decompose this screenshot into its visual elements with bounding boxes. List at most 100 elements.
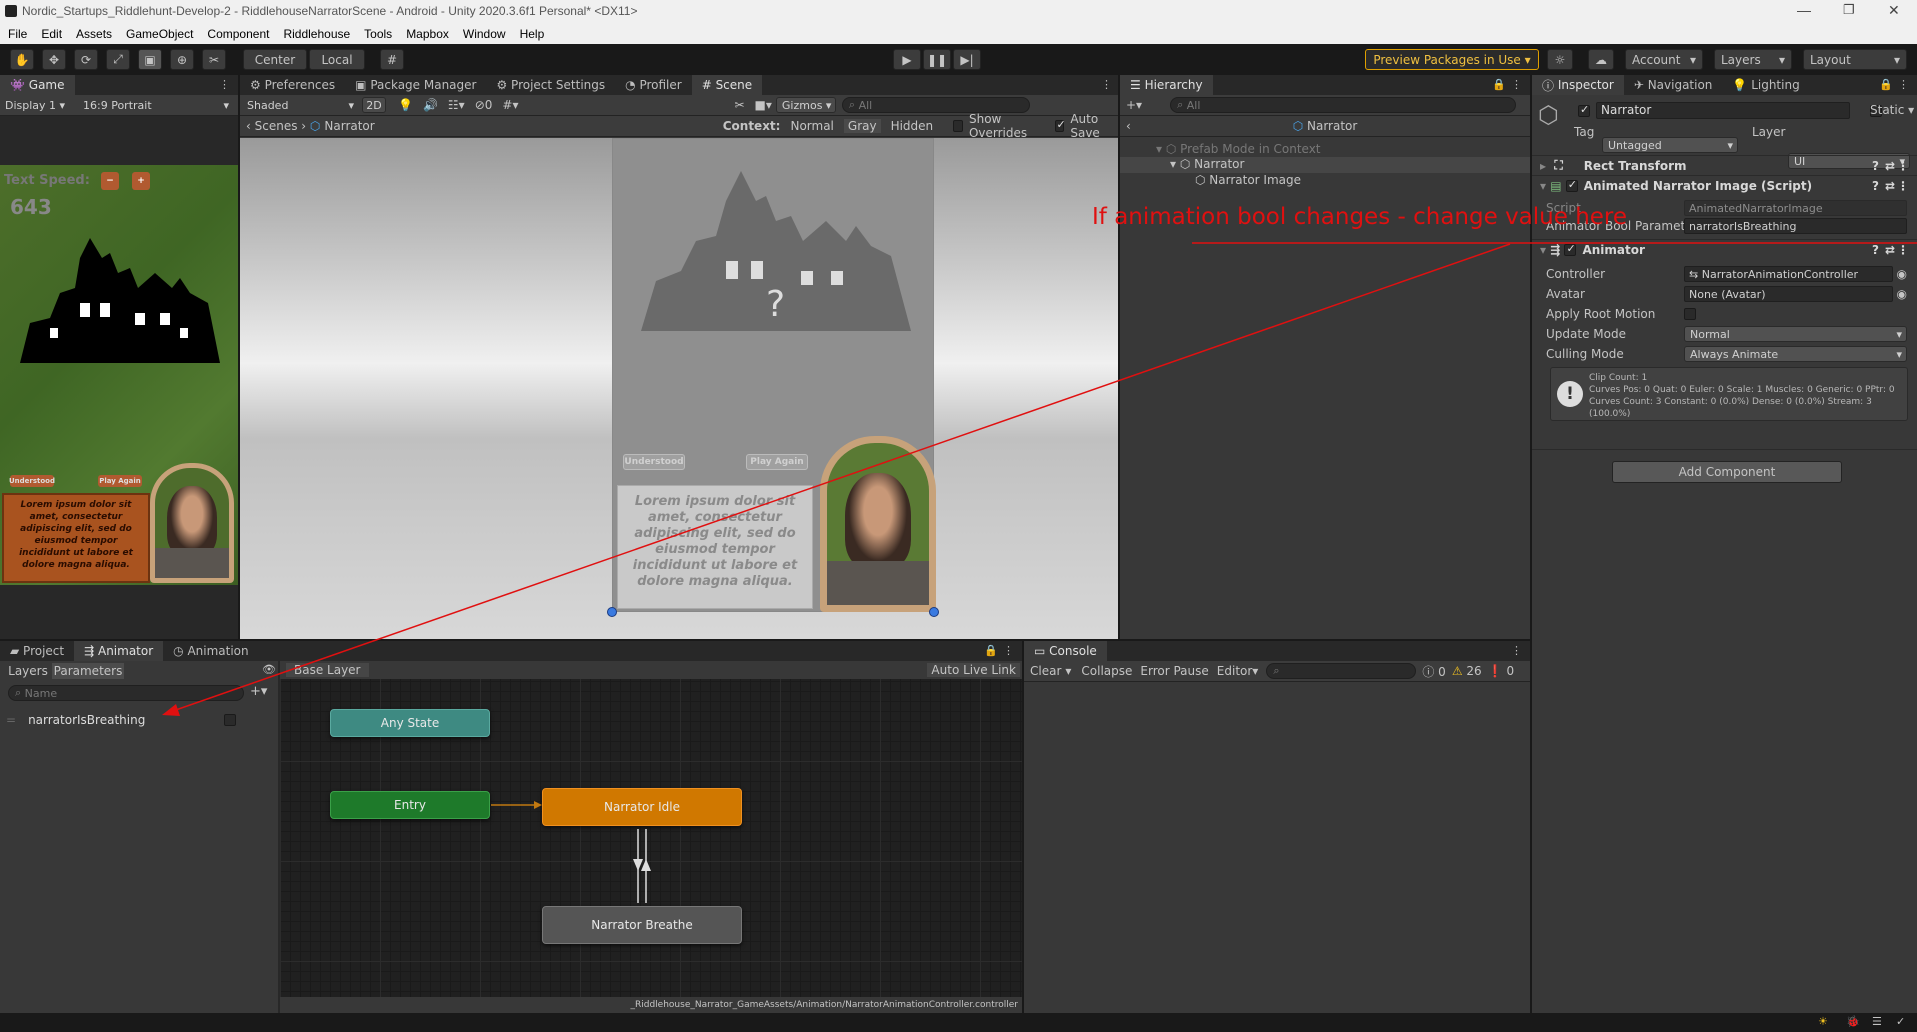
inspector-menu-icon[interactable]: ⋮ xyxy=(1898,78,1909,91)
console-menu-icon[interactable]: ⋮ xyxy=(1511,644,1522,657)
error-pause-button[interactable]: Error Pause xyxy=(1136,664,1212,678)
grid-snap-icon[interactable]: # xyxy=(380,49,404,70)
cache-icon[interactable]: ☰ xyxy=(1872,1015,1882,1028)
tab-lighting[interactable]: 💡 Lighting xyxy=(1722,75,1809,95)
gizmos-dropdown[interactable]: Gizmos ▾ xyxy=(775,97,836,113)
tab-preferences[interactable]: ⚙ Preferences xyxy=(240,75,345,95)
hierarchy-item-prefab-context[interactable]: ▾ ⬡ Prefab Mode in Context xyxy=(1156,142,1321,156)
parameter-row[interactable]: = narratorIsBreathing xyxy=(0,709,278,731)
script-component-header[interactable]: ▾ ▤ Animated Narrator Image (Script) ? ⇄… xyxy=(1532,175,1917,195)
context-hidden-button[interactable]: Hidden xyxy=(891,119,934,133)
pause-button[interactable]: ❚❚ xyxy=(923,49,951,70)
game-menu-icon[interactable]: ⋮ xyxy=(219,78,230,91)
preview-packages-button[interactable]: Preview Packages in Use ▾ xyxy=(1365,49,1539,70)
mode-2d-toggle[interactable]: 2D xyxy=(362,97,386,113)
animator-lock-icon[interactable]: 🔒 xyxy=(984,644,998,657)
hidden-objects-icon[interactable]: ⊘0 xyxy=(475,98,493,112)
culling-mode-dropdown[interactable]: Always Animate ▾ xyxy=(1684,346,1907,362)
shading-dropdown[interactable]: Shaded ▾ xyxy=(242,97,358,113)
object-picker-icon[interactable]: ◉ xyxy=(1897,267,1907,281)
show-overrides-checkbox[interactable] xyxy=(953,120,963,132)
collapse-button[interactable]: Collapse xyxy=(1077,664,1136,678)
component-menu-icon[interactable]: ⋮ xyxy=(1897,179,1909,193)
clear-options-icon[interactable]: ▾ xyxy=(1065,664,1071,678)
hand-tool-icon[interactable]: ✋ xyxy=(10,49,34,70)
menu-assets[interactable]: Assets xyxy=(76,27,112,41)
rect-transform-header[interactable]: ▸ ⛶ Rect Transform ? ⇄ ⋮ xyxy=(1532,155,1917,175)
speed-decrease-button[interactable]: − xyxy=(101,172,119,190)
menu-window[interactable]: Window xyxy=(463,27,506,41)
tab-animator[interactable]: ⇶ Animator xyxy=(74,641,164,661)
pivot-center-button[interactable]: Center xyxy=(243,49,307,70)
narrator-portrait-frame-scene[interactable] xyxy=(820,436,936,612)
animator-graph[interactable]: Base Layer Auto Live Link Any State Entr… xyxy=(280,661,1022,1013)
bool-parameter-field[interactable]: narratorIsBreathing xyxy=(1684,218,1907,234)
aspect-dropdown[interactable]: 16:9 Portrait ▾ xyxy=(78,97,233,113)
menu-component[interactable]: Component xyxy=(207,27,269,41)
layout-dropdown[interactable]: Layout ▾ xyxy=(1803,49,1907,70)
avatar-field[interactable]: None (Avatar) xyxy=(1684,286,1893,302)
script-enabled-checkbox[interactable] xyxy=(1565,178,1578,192)
custom-tool-icon[interactable]: ✂ xyxy=(202,49,226,70)
rotate-tool-icon[interactable]: ⟳ xyxy=(74,49,98,70)
tab-inspector[interactable]: ⓘ Inspector xyxy=(1532,75,1624,95)
tools-icon[interactable]: ✂ xyxy=(734,98,744,112)
tab-project[interactable]: ▰ Project xyxy=(0,641,74,661)
menu-tools[interactable]: Tools xyxy=(364,27,392,41)
rect-handle-right[interactable] xyxy=(929,607,939,617)
lighting-build-icon[interactable]: ☀ xyxy=(1818,1015,1828,1028)
step-button[interactable]: ▶| xyxy=(953,49,981,70)
account-dropdown[interactable]: Account ▾ xyxy=(1625,49,1703,70)
rect-handle-left[interactable] xyxy=(607,607,617,617)
display-dropdown[interactable]: Display 1 ▾ xyxy=(0,97,78,113)
add-component-button[interactable]: Add Component xyxy=(1612,461,1842,483)
static-dropdown[interactable]: Static ▾ xyxy=(1870,103,1914,117)
speed-increase-button[interactable]: + xyxy=(132,172,150,190)
context-normal-button[interactable]: Normal xyxy=(790,119,833,133)
object-name-field[interactable]: Narrator xyxy=(1596,102,1850,119)
presets-icon[interactable]: ⇄ xyxy=(1885,243,1895,257)
effects-icon[interactable]: ☷▾ xyxy=(448,98,465,112)
scene-viewport[interactable]: ? Understood Play Again Lorem ipsum dolo… xyxy=(240,138,1118,639)
breadcrumb-scenes[interactable]: Scenes xyxy=(255,119,298,133)
tab-game[interactable]: 👾 Game xyxy=(0,75,75,95)
controller-field[interactable]: ⇆ NarratorAnimationController xyxy=(1684,266,1893,282)
inspector-lock-icon[interactable]: 🔒 xyxy=(1879,78,1893,91)
auto-save-checkbox[interactable] xyxy=(1054,118,1066,132)
animator-menu-icon[interactable]: ⋮ xyxy=(1003,644,1014,657)
tab-scene[interactable]: # Scene xyxy=(691,75,763,95)
back-arrow-icon[interactable]: ‹ xyxy=(1126,119,1131,133)
apply-root-motion-checkbox[interactable] xyxy=(1684,308,1696,320)
grid-toggle-icon[interactable]: #▾ xyxy=(502,98,518,112)
warning-count-toggle[interactable]: ⚠ 26 xyxy=(1452,664,1482,678)
active-checkbox[interactable] xyxy=(1578,103,1590,117)
tab-animation[interactable]: ◷ Animation xyxy=(163,641,258,661)
play-again-button-scene[interactable]: Play Again xyxy=(746,454,808,470)
add-parameter-icon[interactable]: +▾ xyxy=(250,684,267,699)
menu-help[interactable]: Help xyxy=(520,27,545,41)
understood-button-scene[interactable]: Understood xyxy=(623,454,685,470)
help-icon[interactable]: ? xyxy=(1872,243,1879,257)
services-icon[interactable]: ☼ xyxy=(1547,49,1573,70)
drag-handle-icon[interactable]: = xyxy=(6,713,16,727)
animator-enabled-checkbox[interactable] xyxy=(1564,242,1577,256)
menu-file[interactable]: File xyxy=(8,27,27,41)
eye-icon[interactable]: 👁 xyxy=(262,663,276,676)
close-icon[interactable]: ✕ xyxy=(1888,2,1900,19)
hierarchy-item-narrator-image[interactable]: ⬡ Narrator Image xyxy=(1195,173,1301,187)
parameters-tab[interactable]: Parameters xyxy=(52,663,124,679)
pivot-local-button[interactable]: Local xyxy=(309,49,365,70)
tab-hierarchy[interactable]: ☰ Hierarchy xyxy=(1120,75,1213,95)
back-arrow-icon[interactable]: ‹ xyxy=(246,119,255,133)
help-icon[interactable]: ? xyxy=(1872,179,1879,193)
console-log-area[interactable] xyxy=(1024,682,1530,1013)
cloud-icon[interactable]: ☁ xyxy=(1588,49,1614,70)
menu-mapbox[interactable]: Mapbox xyxy=(406,27,449,41)
parameter-search-input[interactable]: ⌕ Name xyxy=(8,685,244,701)
component-menu-icon[interactable]: ⋮ xyxy=(1897,243,1909,257)
debug-icon[interactable]: 🐞 xyxy=(1846,1015,1860,1028)
console-search-input[interactable]: ⌕ xyxy=(1266,663,1417,679)
tab-project-settings[interactable]: ⚙ Project Settings xyxy=(486,75,615,95)
rect-tool-icon[interactable]: ▣ xyxy=(138,49,162,70)
collab-icon[interactable]: ✓ xyxy=(1896,1015,1905,1028)
